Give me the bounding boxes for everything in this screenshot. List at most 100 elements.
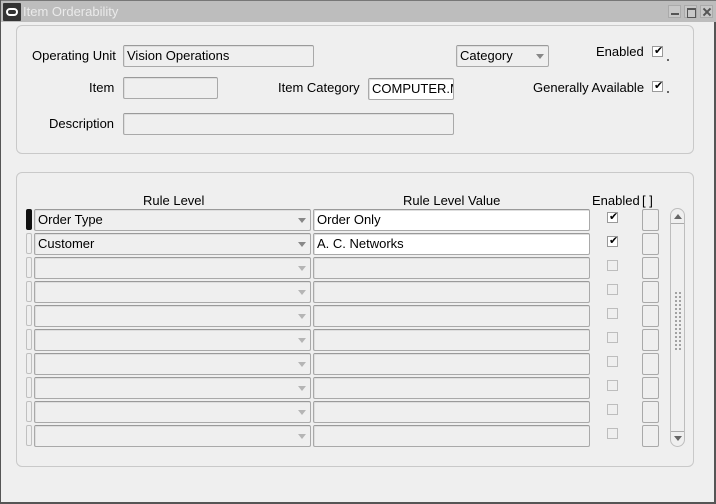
field-dot	[667, 91, 669, 93]
row-indicator[interactable]	[26, 305, 32, 326]
folder-cell[interactable]	[642, 377, 659, 399]
maximize-icon[interactable]	[684, 5, 697, 18]
row-indicator[interactable]	[26, 281, 32, 302]
item-category-label: Item Category	[278, 80, 360, 95]
enabled-checkbox[interactable]: ✔	[607, 235, 619, 247]
rule-level-select[interactable]: Customer	[34, 233, 311, 255]
checkmark-icon: ✔	[654, 80, 664, 92]
rule-level-value-field[interactable]: A. C. Networks	[313, 233, 590, 255]
title-bar[interactable]: Item Orderability	[1, 0, 716, 22]
rule-level-value-column-header: Rule Level Value	[403, 193, 501, 208]
rule-level-select[interactable]	[34, 425, 311, 447]
chevron-down-icon	[298, 386, 306, 391]
chevron-down-icon	[298, 434, 306, 439]
description-field[interactable]	[123, 113, 454, 135]
rule-level-select[interactable]	[34, 401, 311, 423]
enabled-checkbox[interactable]: ✔	[607, 211, 619, 223]
folder-cell[interactable]	[642, 425, 659, 447]
rule-level-value-field[interactable]	[313, 329, 590, 351]
rule-level-value-field[interactable]	[313, 257, 590, 279]
row-indicator[interactable]	[26, 233, 32, 254]
enabled-checkbox[interactable]	[607, 308, 618, 319]
rule-level-value-field[interactable]	[313, 425, 590, 447]
row-indicator[interactable]	[26, 257, 32, 278]
folder-cell[interactable]	[642, 233, 659, 255]
enabled-checkbox[interactable]	[607, 284, 618, 295]
rule-level-select[interactable]	[34, 353, 311, 375]
folder-cell[interactable]	[642, 209, 659, 231]
chevron-down-icon	[298, 362, 306, 367]
rule-level-value: Customer	[38, 236, 95, 251]
scroll-grip-icon[interactable]	[674, 291, 682, 351]
field-dot	[667, 59, 669, 61]
rule-level-select[interactable]: Order Type	[34, 209, 311, 231]
row-indicator[interactable]	[26, 353, 32, 374]
rule-level-select[interactable]	[34, 377, 311, 399]
checkmark-icon: ✔	[654, 45, 664, 57]
criteria-select[interactable]: Category	[456, 45, 549, 67]
row-indicator[interactable]	[26, 377, 32, 398]
item-category-field[interactable]: COMPUTER.M	[368, 78, 454, 100]
enabled-checkbox[interactable]	[607, 332, 618, 343]
item-field[interactable]	[123, 77, 218, 99]
chevron-down-icon	[298, 218, 306, 223]
chevron-down-icon	[298, 290, 306, 295]
folder-cell[interactable]	[642, 329, 659, 351]
chevron-down-icon	[298, 314, 306, 319]
row-indicator[interactable]	[26, 425, 32, 446]
enabled-column-header: Enabled	[592, 193, 640, 208]
row-indicator[interactable]	[26, 209, 32, 230]
rule-level-value-field[interactable]	[313, 401, 590, 423]
chevron-down-icon	[536, 54, 544, 59]
enabled-checkbox[interactable]	[607, 260, 618, 271]
row-indicator[interactable]	[26, 329, 32, 350]
chevron-down-icon	[298, 266, 306, 271]
scroll-divider	[671, 431, 684, 432]
rule-level-column-header: Rule Level	[143, 193, 205, 208]
close-icon[interactable]	[700, 5, 713, 18]
row-indicator[interactable]	[26, 401, 32, 422]
chevron-down-icon	[298, 410, 306, 415]
item-label: Item	[89, 80, 115, 95]
enabled-checkbox[interactable]: ✔	[652, 45, 664, 57]
operating-unit-label: Operating Unit	[32, 48, 116, 63]
operating-unit-field[interactable]: Vision Operations	[123, 45, 314, 67]
folder-cell[interactable]	[642, 401, 659, 423]
scroll-up-icon[interactable]	[674, 214, 682, 219]
enabled-checkbox[interactable]	[607, 380, 618, 391]
rule-level-value-field[interactable]	[313, 305, 590, 327]
enabled-label: Enabled	[596, 44, 644, 59]
folder-cell[interactable]	[642, 257, 659, 279]
criteria-select-value: Category	[460, 48, 513, 63]
rule-level-value-field[interactable]: Order Only	[313, 209, 590, 231]
enabled-checkbox[interactable]	[607, 404, 618, 415]
rule-level-value-field[interactable]	[313, 377, 590, 399]
checkmark-icon: ✔	[609, 235, 619, 247]
scroll-divider	[671, 223, 684, 224]
rule-level-select[interactable]	[34, 257, 311, 279]
rule-level-select[interactable]	[34, 329, 311, 351]
vertical-scrollbar[interactable]	[670, 208, 685, 447]
rule-level-value-field[interactable]	[313, 353, 590, 375]
description-label: Description	[49, 116, 115, 131]
chevron-down-icon	[298, 242, 306, 247]
chevron-down-icon	[298, 338, 306, 343]
folder-cell[interactable]	[642, 281, 659, 303]
folder-column-header[interactable]: [ ]	[642, 193, 653, 208]
enabled-checkbox[interactable]	[607, 356, 618, 367]
rule-level-select[interactable]	[34, 305, 311, 327]
rule-level-value: Order Type	[38, 212, 103, 227]
enabled-checkbox[interactable]	[607, 428, 618, 439]
rule-level-select[interactable]	[34, 281, 311, 303]
rule-level-value-field[interactable]	[313, 281, 590, 303]
window-title: Item Orderability	[23, 4, 119, 19]
checkmark-icon: ✔	[609, 211, 619, 223]
scroll-down-icon[interactable]	[674, 436, 682, 441]
folder-cell[interactable]	[642, 305, 659, 327]
oracle-icon	[3, 3, 21, 21]
generally-available-label: Generally Available	[533, 80, 645, 95]
minimize-icon[interactable]	[668, 5, 681, 18]
generally-available-checkbox[interactable]: ✔	[652, 80, 664, 92]
folder-cell[interactable]	[642, 353, 659, 375]
item-orderability-window: Item Orderability Operating Unit Vision …	[0, 0, 716, 504]
